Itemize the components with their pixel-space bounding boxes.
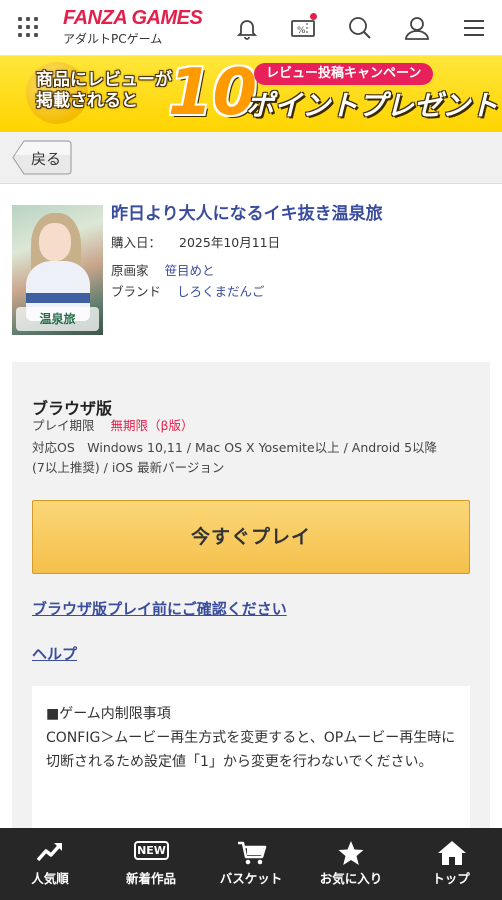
purchase-label: 購入日：	[111, 235, 162, 250]
product-summary: 温泉旅 昨日より大人になるイキ抜き温泉旅 購入日： 2025年10月11日 原画家…	[12, 202, 490, 342]
notification-dot	[310, 13, 317, 20]
product-title[interactable]: 昨日より大人になるイキ抜き温泉旅	[111, 202, 383, 226]
thumb-title: 温泉旅	[16, 307, 99, 331]
search-icon[interactable]	[346, 14, 374, 42]
notes-heading: ■ゲーム内制限事項	[46, 706, 171, 722]
star-icon	[338, 841, 364, 865]
help-link[interactable]: ヘルプ	[32, 643, 77, 664]
nav-popular[interactable]: 人気順	[0, 828, 100, 900]
game-restrictions-notes: ■ゲーム内制限事項 CONFIG＞ムービー再生方式を変更すると、OPムービー再生…	[32, 686, 470, 846]
play-now-button[interactable]: 今すぐプレイ	[32, 500, 470, 574]
artist-label: 原画家	[111, 263, 149, 278]
new-icon: NEW	[134, 841, 169, 860]
os-line-1: 対応OS Windows 10,11 / Mac OS X Yosemite以上…	[32, 440, 438, 455]
artist-row: 原画家 笹目めと	[111, 262, 215, 280]
brand-link[interactable]: しろくまだんご	[177, 284, 265, 299]
nav-favorites[interactable]: お気に入り	[301, 828, 401, 900]
thumb-sash	[26, 293, 90, 303]
logo-subtitle: アダルトPCゲーム	[63, 32, 163, 46]
banner-big-number: 10	[168, 56, 258, 130]
nav-basket[interactable]: バスケット	[201, 828, 301, 900]
bell-icon[interactable]	[233, 14, 261, 42]
home-icon	[438, 841, 466, 865]
nav-new[interactable]: NEW 新着作品	[101, 828, 201, 900]
banner-line-2: 掲載されると	[36, 91, 138, 111]
os-line-2: (7以上推奨) / iOS 最新バージョン	[32, 460, 225, 475]
back-bar: 戻る	[0, 132, 502, 184]
hamburger-icon[interactable]	[460, 14, 488, 42]
artist-link[interactable]: 笹目めと	[165, 263, 215, 278]
banner-right-text: ポイントプレゼント	[246, 89, 499, 122]
basket-icon	[238, 841, 267, 865]
brand-label: ブランド	[111, 284, 162, 299]
play-period-row: プレイ期限 無期限（β版）	[32, 416, 193, 436]
grid-menu-icon[interactable]	[18, 17, 38, 37]
notes-body: CONFIG＞ムービー再生方式を変更すると、OPムービー再生時に切断されるため設…	[46, 730, 456, 770]
nav-top[interactable]: トップ	[401, 828, 501, 900]
fanza-games-logo[interactable]: FANZA GAMES アダルトPCゲーム	[63, 7, 203, 47]
bottom-nav: 人気順 NEW 新着作品 バスケット お気に入り トップ	[0, 828, 502, 900]
back-button[interactable]: 戻る	[12, 140, 72, 175]
banner-line-1: 商品にレビューが	[36, 70, 172, 90]
banner-campaign-pill: レビュー投稿キャンペーン	[254, 63, 434, 85]
purchase-date-row: 購入日： 2025年10月11日	[111, 234, 280, 252]
trend-icon	[36, 843, 62, 862]
play-period-label: プレイ期限	[32, 418, 95, 433]
header: FANZA GAMES アダルトPCゲーム %	[0, 0, 502, 56]
logo-text: FANZA GAMES	[63, 7, 203, 29]
nav-basket-label: バスケット	[219, 871, 283, 886]
user-icon[interactable]	[403, 14, 431, 42]
play-period-value: 無期限（β版）	[110, 418, 194, 433]
svg-text:%: %	[297, 26, 306, 36]
browser-play-card: ブラウザ版 プレイ期限 無期限（β版） 対応OS Windows 10,11 /…	[12, 362, 490, 846]
product-thumbnail[interactable]: 温泉旅	[12, 205, 103, 335]
banner-left-text: 商品にレビューが 掲載されると	[36, 70, 172, 112]
nav-new-label: 新着作品	[125, 871, 176, 886]
nav-top-label: トップ	[432, 871, 470, 886]
back-button-label: 戻る	[31, 150, 62, 168]
thumb-face	[39, 223, 71, 261]
review-campaign-banner[interactable]: 商品にレビューが 掲載されると 10 レビュー投稿キャンペーン ポイントプレゼン…	[0, 56, 502, 132]
coupon-icon[interactable]: %	[289, 13, 317, 42]
purchase-date: 2025年10月11日	[179, 235, 281, 250]
brand-row: ブランド しろくまだんご	[111, 283, 265, 301]
browser-confirm-link[interactable]: ブラウザ版プレイ前にご確認ください	[32, 598, 287, 619]
nav-popular-label: 人気順	[31, 871, 69, 886]
nav-favorites-label: お気に入り	[319, 871, 383, 886]
